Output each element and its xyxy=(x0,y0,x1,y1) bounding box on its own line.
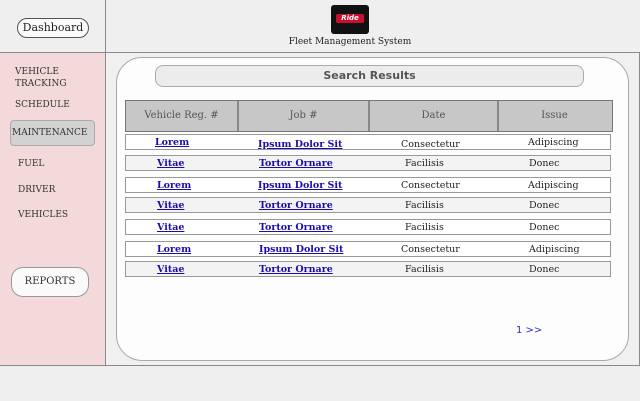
column-header-date[interactable]: Date xyxy=(370,101,499,131)
sidebar-item-vehicle-tracking[interactable]: VEHICLE TRACKING xyxy=(15,66,85,90)
job-link[interactable]: Tortor Ornare xyxy=(259,158,333,169)
date-cell: Facilisis xyxy=(405,200,444,211)
sidebar-item-vehicles[interactable]: VEHICLES xyxy=(18,209,68,221)
date-cell: Facilisis xyxy=(405,222,444,233)
top-bar: Dashboard Ride Fleet Management System xyxy=(0,0,640,53)
vehicle-reg-link[interactable]: Lorem xyxy=(157,180,191,191)
reports-button[interactable]: REPORTS xyxy=(11,267,89,297)
table-header: Vehicle Reg. # Job # Date Issue xyxy=(125,100,613,132)
job-link[interactable]: Tortor Ornare xyxy=(259,222,333,233)
issue-cell: Donec xyxy=(529,264,560,275)
table-row[interactable]: Lorem Ipsum Dolor Sit Consectetur Adipis… xyxy=(125,177,611,193)
date-cell: Facilisis xyxy=(405,264,444,275)
dashboard-button[interactable]: Dashboard xyxy=(17,18,89,38)
job-link[interactable]: Tortor Ornare xyxy=(259,264,333,275)
vehicle-reg-link[interactable]: Lorem xyxy=(155,137,189,148)
job-link[interactable]: Ipsum Dolor Sit xyxy=(258,180,342,191)
top-bar-left: Dashboard xyxy=(0,0,106,52)
vehicle-reg-link[interactable]: Vitae xyxy=(157,158,184,169)
sidebar-item-fuel[interactable]: FUEL xyxy=(18,158,44,170)
column-header-job[interactable]: Job # xyxy=(239,101,370,131)
table-row[interactable]: Vitae Tortor Ornare Facilisis Donec xyxy=(125,219,611,235)
vehicle-reg-link[interactable]: Vitae xyxy=(157,200,184,211)
table-row[interactable]: Vitae Tortor Ornare Facilisis Donec xyxy=(125,261,611,277)
issue-cell: Adipiscing xyxy=(528,137,579,148)
sidebar-item-driver[interactable]: DRIVER xyxy=(18,184,55,196)
issue-cell: Adipiscing xyxy=(529,244,580,255)
logo-mark: Ride xyxy=(336,14,364,23)
job-link[interactable]: Ipsum Dolor Sit xyxy=(259,244,343,255)
sidebar-item-maintenance[interactable]: MAINTENANCE xyxy=(12,127,87,139)
date-cell: Consectetur xyxy=(401,180,460,191)
sidebar-item-schedule[interactable]: SCHEDULE xyxy=(15,99,70,111)
brand-logo: Ride xyxy=(331,5,369,34)
date-cell: Consectetur xyxy=(401,139,460,150)
search-results-title: Search Results xyxy=(155,65,584,87)
vehicle-reg-link[interactable]: Vitae xyxy=(157,264,184,275)
vehicle-reg-link[interactable]: Lorem xyxy=(157,244,191,255)
app-title: Fleet Management System xyxy=(288,37,412,47)
column-header-issue[interactable]: Issue xyxy=(499,101,610,131)
issue-cell: Donec xyxy=(529,158,560,169)
pagination-next[interactable]: 1 >> xyxy=(516,325,542,336)
date-cell: Facilisis xyxy=(405,158,444,169)
issue-cell: Donec xyxy=(529,222,560,233)
table-row[interactable]: Lorem Ipsum Dolor Sit Consectetur Adipis… xyxy=(125,241,611,257)
date-cell: Consectetur xyxy=(401,244,460,255)
vehicle-reg-link[interactable]: Vitae xyxy=(157,222,184,233)
job-link[interactable]: Ipsum Dolor Sit xyxy=(258,139,342,150)
column-header-vehicle-reg[interactable]: Vehicle Reg. # xyxy=(126,101,239,131)
issue-cell: Donec xyxy=(529,200,560,211)
issue-cell: Adipiscing xyxy=(528,180,579,191)
bottom-bar xyxy=(0,365,640,401)
table-row[interactable]: Vitae Tortor Ornare Facilisis Donec xyxy=(125,155,611,171)
sidebar: VEHICLE TRACKING SCHEDULE MAINTENANCE FU… xyxy=(0,53,106,365)
table-row[interactable]: Vitae Tortor Ornare Facilisis Donec xyxy=(125,197,611,213)
table-row[interactable]: Lorem Ipsum Dolor Sit Consectetur Adipis… xyxy=(125,134,611,150)
job-link[interactable]: Tortor Ornare xyxy=(259,200,333,211)
